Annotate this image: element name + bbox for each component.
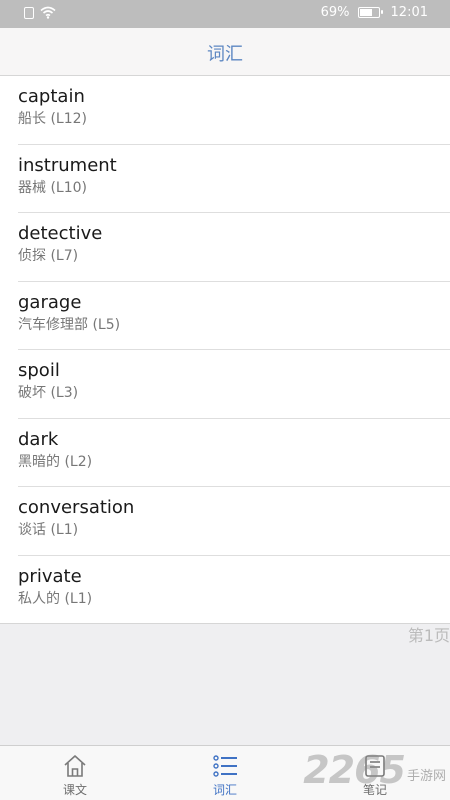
clock: 12:01 [390, 5, 428, 20]
vocab-item[interactable]: captain 船长 (L12) [0, 76, 450, 145]
vocab-item[interactable]: private 私人的 (L1) [0, 556, 450, 625]
sim-icon [24, 6, 34, 19]
vocab-list: captain 船长 (L12) instrument 器械 (L10) detecti… [0, 76, 450, 624]
tab-lessons[interactable]: 课文 [0, 746, 150, 800]
battery-fill [359, 9, 372, 16]
wifi-icon [40, 6, 56, 19]
battery-icon [357, 7, 383, 18]
vocab-word: detective [18, 223, 103, 244]
tab-vocabulary[interactable]: 词汇 [150, 746, 300, 800]
vocab-meaning: 谈话 (L1) [18, 522, 79, 538]
page-indicator: 第1页 [407, 626, 450, 645]
vocab-word: instrument [18, 154, 117, 176]
watermark-text: 手游网 [406, 768, 446, 784]
home-icon [64, 755, 86, 777]
vocab-item[interactable]: dark 黑暗的 (L2) [0, 419, 450, 488]
vocab-item[interactable]: instrument 器械 (L10) [0, 145, 450, 214]
status-bar-left [24, 6, 56, 19]
battery-percent: 69% [320, 5, 350, 20]
vocab-meaning: 私人的 (L1) [18, 590, 93, 607]
tab-label: 词汇 [212, 783, 237, 797]
vocab-word: spoil [18, 360, 60, 381]
vocab-word: captain [18, 86, 85, 107]
vocab-item[interactable]: conversation 谈话 (L1) [0, 487, 450, 556]
status-bar: 69% 12:01 [0, 0, 450, 28]
vocab-meaning: 破坏 (L3) [18, 385, 79, 401]
vocab-meaning: 黑暗的 (L2) [18, 453, 93, 470]
watermark-logo: 2265 [303, 748, 406, 792]
vocab-word: dark [18, 428, 59, 450]
vocab-meaning: 船长 (L12) [18, 111, 87, 127]
vocab-meaning: 汽车修理部 (L5) [18, 316, 121, 333]
vocab-word: private [18, 565, 82, 587]
header: 词汇 [0, 28, 450, 76]
watermark: 2265 手游网 [303, 748, 446, 792]
tab-label: 课文 [62, 783, 87, 797]
vocab-item[interactable]: spoil 破坏 (L3) [0, 350, 450, 419]
vocab-word: garage [18, 291, 82, 313]
vocab-item[interactable]: garage 汽车修理部 (L5) [0, 282, 450, 351]
vocab-word: conversation [18, 497, 135, 518]
vocab-meaning: 器械 (L10) [18, 179, 87, 196]
status-bar-right: 69% 12:01 [321, 5, 428, 20]
vocab-item[interactable]: detective 侦探 (L7) [0, 213, 450, 282]
list-icon [213, 755, 237, 777]
page-title: 词汇 [207, 44, 243, 65]
vocab-meaning: 侦探 (L7) [18, 248, 79, 264]
